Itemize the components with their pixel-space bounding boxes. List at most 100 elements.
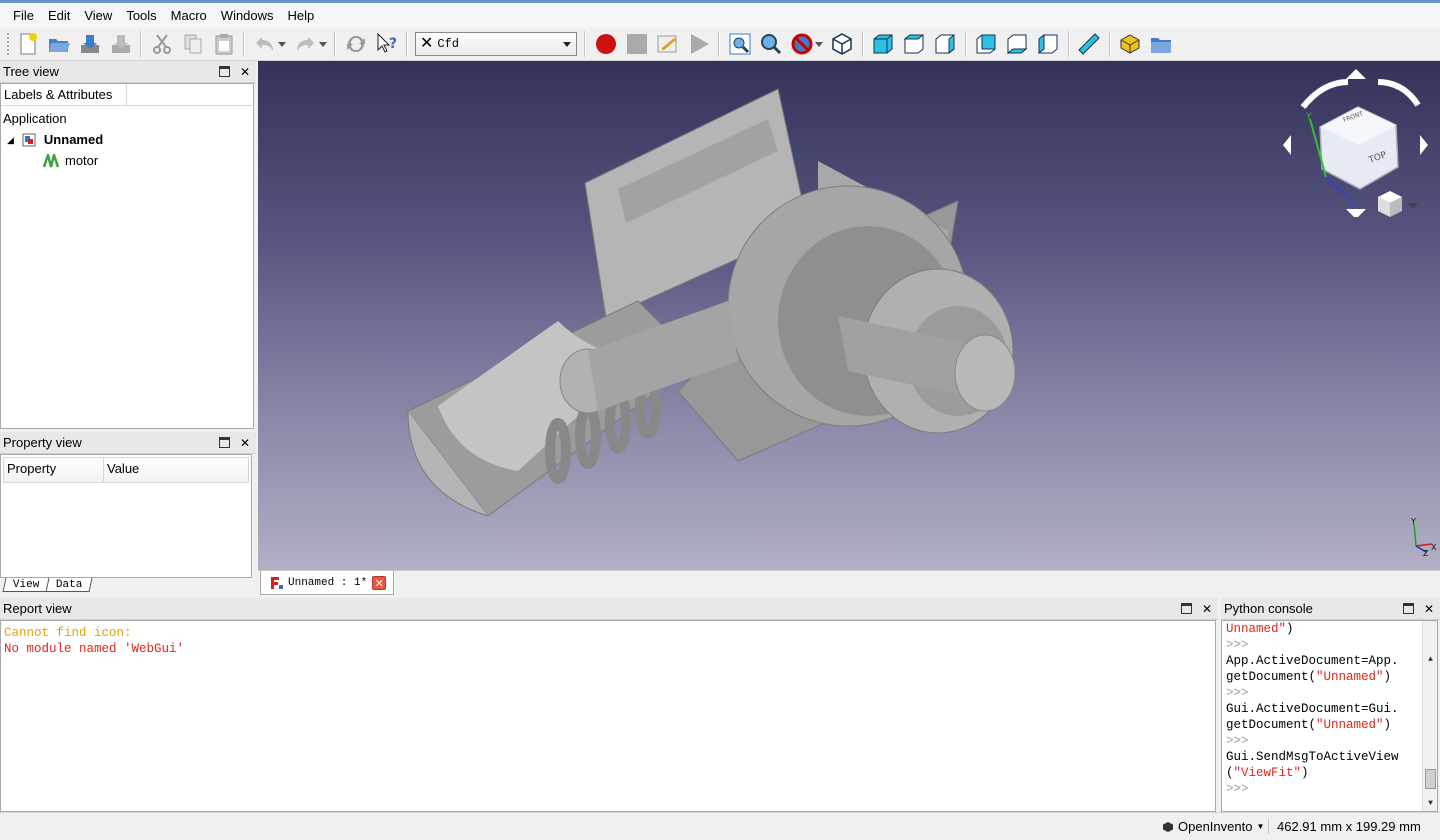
value-column-header[interactable]: Value — [104, 458, 139, 482]
record-icon — [595, 34, 616, 54]
isometric-view-button[interactable] — [828, 30, 856, 58]
python-console-output[interactable]: Unnamed") >>> App.ActiveDocument=App. getDo… — [1221, 620, 1438, 812]
scrollbar-thumb[interactable] — [1425, 769, 1436, 789]
scroll-up-icon[interactable]: ▲ — [1423, 653, 1437, 667]
navigation-cube[interactable]: TOP FRONT Y Z — [1278, 67, 1438, 217]
menu-help[interactable]: Help — [281, 4, 322, 28]
arrow-down-icon[interactable] — [1346, 209, 1366, 217]
document-tab[interactable]: Unnamed : 1* ✕ — [260, 571, 394, 595]
console-token: App.ActiveDocument=App. — [1226, 654, 1399, 668]
top-view-button[interactable] — [900, 30, 928, 58]
menu-view[interactable]: View — [77, 4, 119, 28]
python-console-lines: Unnamed") >>> App.ActiveDocument=App. getDo… — [1226, 621, 1437, 797]
arrow-right-icon[interactable] — [1420, 135, 1428, 155]
save-as-button[interactable] — [107, 30, 135, 58]
open-button[interactable] — [45, 30, 73, 58]
right-view-button[interactable] — [931, 30, 959, 58]
menu-file[interactable]: File — [6, 4, 41, 28]
menu-macro[interactable]: Macro — [164, 4, 214, 28]
float-panel-icon[interactable] — [218, 66, 230, 77]
mesh-icon — [43, 154, 59, 168]
front-view-button[interactable] — [869, 30, 897, 58]
tree-header: Labels & Attributes — [1, 84, 253, 106]
new-document-icon — [20, 33, 37, 55]
tab-data[interactable]: Data — [45, 578, 94, 592]
tree-column-description[interactable] — [127, 84, 253, 105]
create-part-button[interactable] — [1116, 30, 1144, 58]
edit-macro-button[interactable] — [654, 30, 682, 58]
navigation-style-selector[interactable]: OpenInvento ▼ — [1162, 819, 1264, 834]
arrow-left-icon[interactable] — [1283, 135, 1291, 155]
close-icon[interactable]: ✕ — [240, 61, 250, 83]
object-label: motor — [65, 153, 99, 168]
undo-dropdown-button[interactable] — [276, 30, 288, 58]
scroll-down-icon[interactable]: ▼ — [1423, 797, 1437, 811]
whats-this-button[interactable]: ? — [373, 30, 401, 58]
report-view-panel: Report view ✕ Cannot find icon: No module… — [0, 598, 1218, 812]
report-line: Cannot find icon: — [4, 626, 132, 640]
y-axis-line — [1413, 523, 1417, 547]
run-macro-button[interactable] — [685, 30, 713, 58]
property-header: Property Value — [3, 457, 249, 483]
help-cursor-icon: ? — [377, 32, 397, 53]
draw-style-dropdown-button[interactable] — [813, 30, 825, 58]
new-document-button[interactable] — [14, 30, 42, 58]
menu-windows[interactable]: Windows — [214, 4, 281, 28]
paste-button[interactable] — [210, 30, 238, 58]
save-button[interactable] — [76, 30, 104, 58]
rotate-left-arrow-icon[interactable] — [1300, 79, 1349, 109]
workbench-selector[interactable]: ✕ Cfd — [415, 32, 577, 56]
console-scrollbar[interactable]: ▲ ▼ — [1422, 621, 1437, 811]
cube-faces[interactable]: TOP FRONT — [1319, 106, 1399, 190]
chevron-down-icon — [318, 42, 327, 47]
close-icon[interactable]: ✕ — [1202, 598, 1212, 620]
float-panel-icon[interactable] — [1402, 603, 1414, 614]
report-output[interactable]: Cannot find icon: No module named 'WebGui… — [0, 620, 1216, 812]
tree-widget[interactable]: Labels & Attributes Application ◢ Unname… — [0, 83, 254, 429]
chevron-down-icon[interactable] — [1408, 203, 1418, 209]
tree-item-application[interactable]: Application — [3, 109, 67, 129]
tree-item-motor[interactable]: motor — [43, 151, 98, 171]
property-table[interactable]: Property Value — [0, 454, 252, 578]
left-view-button[interactable] — [1034, 30, 1062, 58]
record-macro-button[interactable] — [592, 30, 620, 58]
redo-button[interactable] — [291, 30, 319, 58]
float-panel-icon[interactable] — [218, 437, 230, 448]
rear-view-button[interactable] — [972, 30, 1000, 58]
tree-item-document[interactable]: ◢ Unnamed — [7, 130, 103, 150]
fit-all-button[interactable] — [726, 30, 754, 58]
toolbar-grip[interactable] — [6, 32, 10, 56]
console-token: getDocument( — [1226, 670, 1317, 684]
create-group-button[interactable] — [1147, 30, 1175, 58]
refresh-button[interactable] — [342, 30, 370, 58]
3d-viewport[interactable]: TOP FRONT Y Z Y X Z — [258, 61, 1440, 570]
group-folder-icon — [1151, 38, 1171, 53]
console-token: ) — [1286, 622, 1294, 636]
float-panel-icon[interactable] — [1180, 603, 1192, 614]
redo-dropdown-button[interactable] — [317, 30, 329, 58]
measure-distance-button[interactable] — [1075, 30, 1103, 58]
cut-button[interactable] — [148, 30, 176, 58]
console-token: >>> — [1226, 638, 1249, 652]
property-view-panel: Property view ✕ Property Value View Data — [0, 432, 256, 597]
menu-edit[interactable]: Edit — [41, 4, 77, 28]
rotate-right-arrow-icon[interactable] — [1377, 79, 1421, 107]
tab-view[interactable]: View — [2, 578, 50, 592]
fit-selection-button[interactable] — [757, 30, 785, 58]
stop-macro-button[interactable] — [623, 30, 651, 58]
menu-tools[interactable]: Tools — [119, 4, 163, 28]
report-view-title-bar: Report view ✕ — [0, 598, 1218, 620]
copy-button[interactable] — [179, 30, 207, 58]
property-column-header[interactable]: Property — [4, 458, 104, 482]
close-icon[interactable]: ✕ — [240, 432, 250, 454]
chevron-down-icon: ▼ — [1256, 822, 1265, 831]
draw-style-button[interactable] — [788, 30, 816, 58]
bottom-view-button[interactable] — [1003, 30, 1031, 58]
undo-button[interactable] — [251, 30, 279, 58]
close-icon[interactable]: ✕ — [372, 575, 387, 590]
arrow-up-icon[interactable] — [1346, 69, 1366, 79]
tree-column-labels[interactable]: Labels & Attributes — [1, 84, 127, 105]
property-view-title-bar: Property view ✕ — [0, 432, 256, 454]
expand-arrow-icon[interactable]: ◢ — [7, 130, 14, 150]
close-icon[interactable]: ✕ — [1424, 598, 1434, 620]
